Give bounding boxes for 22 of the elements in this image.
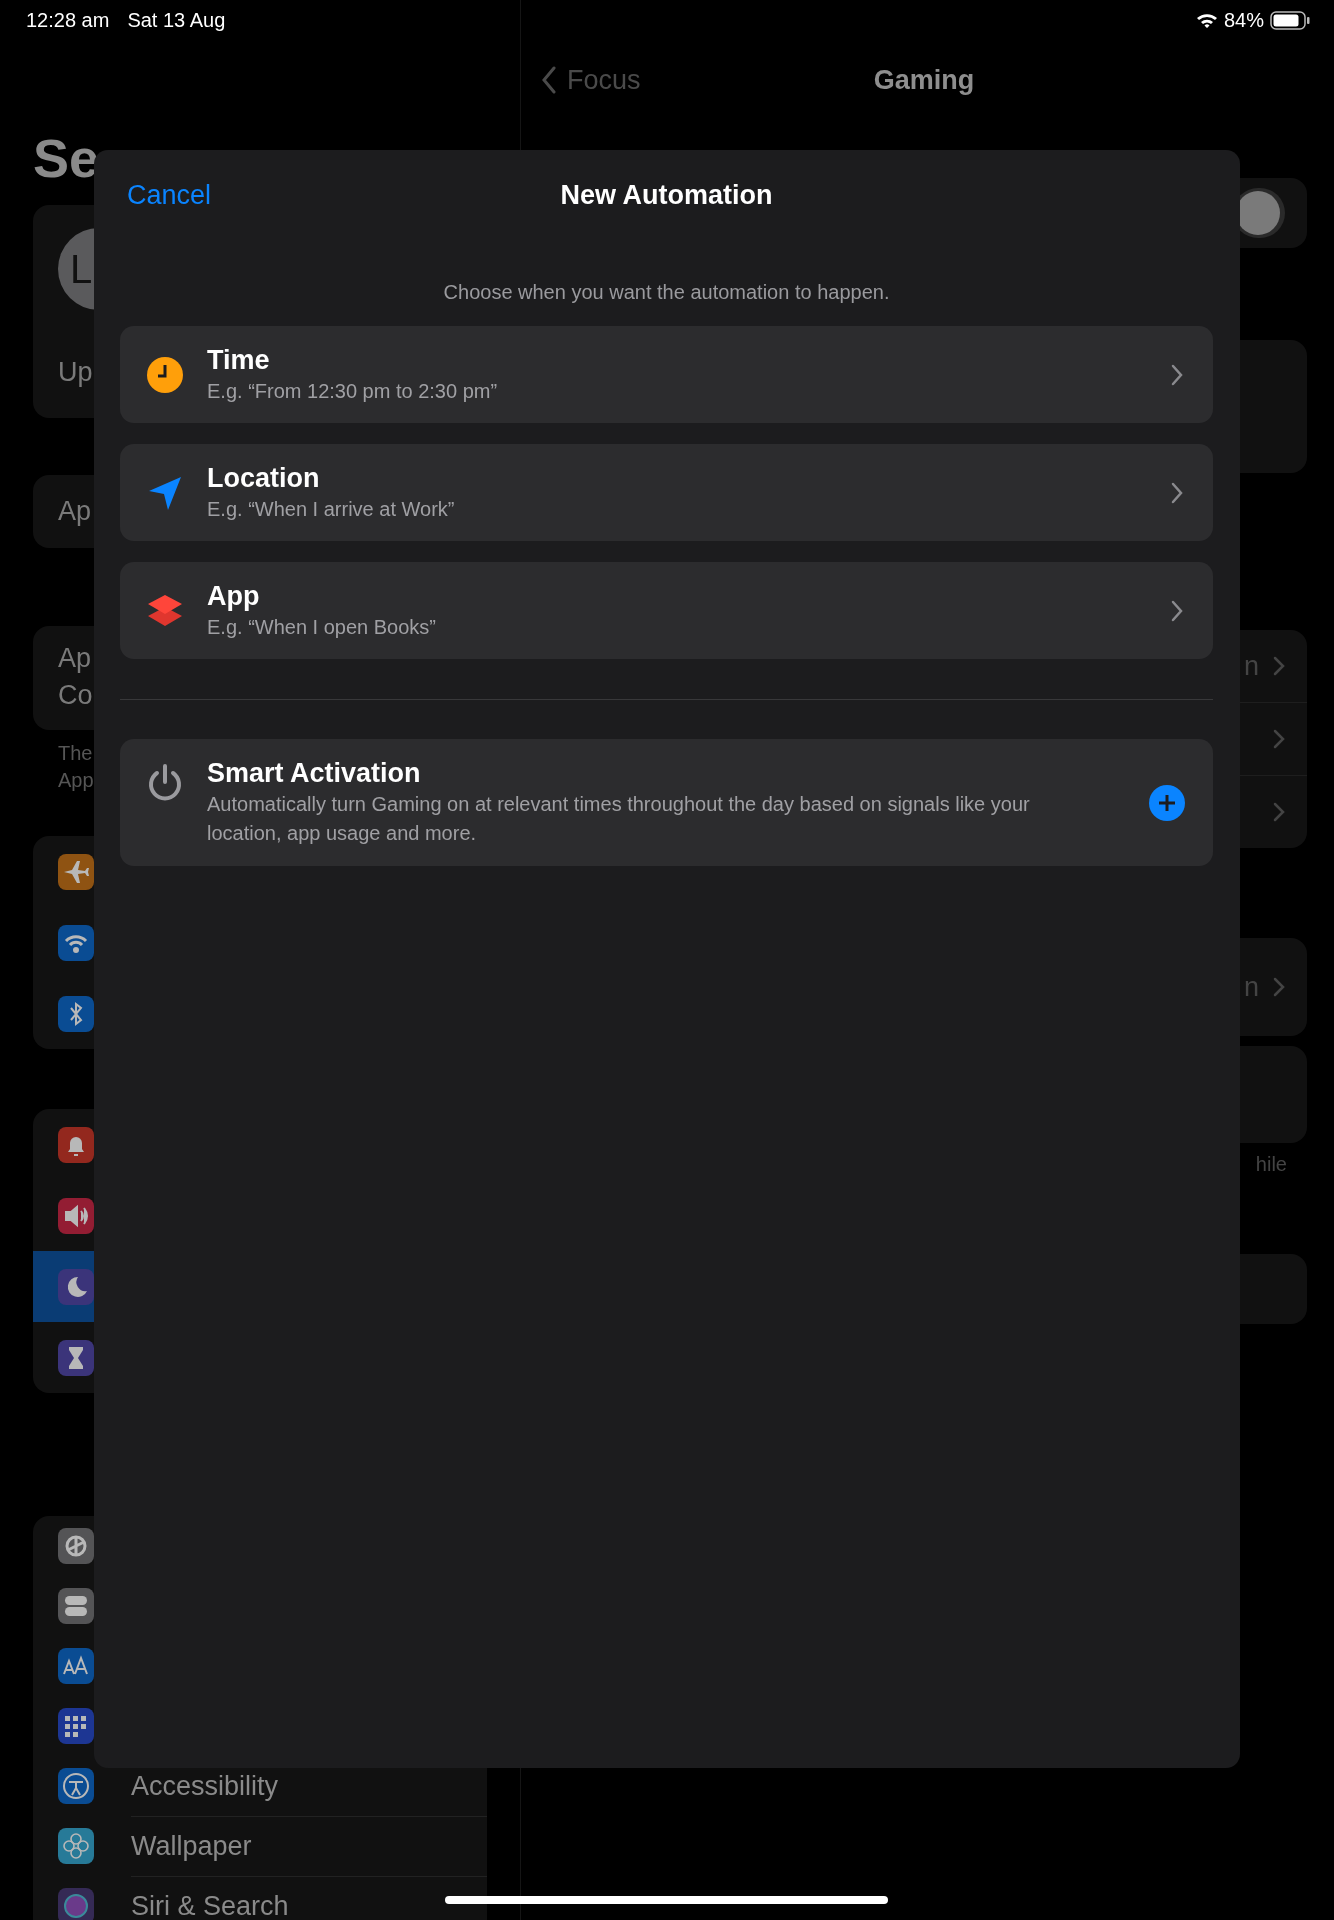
sheet-title: New Automation [560, 179, 773, 211]
page-title: Gaming [873, 64, 975, 96]
smart-activation-description: Automatically turn Gaming on at relevant times throughout the day based on signals like your location, app usage and more. [207, 792, 1031, 846]
settings-row-label: Wallpaper [131, 1815, 487, 1877]
footer-text: hile [1254, 1153, 1288, 1176]
notice-text: Ap [58, 642, 92, 675]
status-date: Sat 13 Aug [127, 8, 226, 32]
trigger-title: App [207, 580, 261, 613]
smart-activation-title: Smart Activation [207, 757, 422, 790]
sheet-subtitle: Choose when you want the automation to happen. [442, 280, 891, 304]
footnote-text: App [58, 768, 94, 793]
battery-percent: 84% [1223, 8, 1264, 32]
notice-text: Co [58, 679, 93, 712]
trigger-title: Location [207, 462, 321, 495]
trigger-example: E.g. “When I arrive at Work” [207, 497, 456, 522]
footnote-text: The [58, 741, 93, 766]
trigger-example: E.g. “From 12:30 pm to 2:30 pm” [207, 379, 499, 404]
settings-title: Se [33, 128, 101, 188]
profile-label: Up [58, 356, 93, 389]
status-time: 12:28 am [26, 8, 110, 32]
trigger-example: E.g. “When I open Books” [207, 615, 437, 640]
trigger-title: Time [207, 344, 271, 377]
